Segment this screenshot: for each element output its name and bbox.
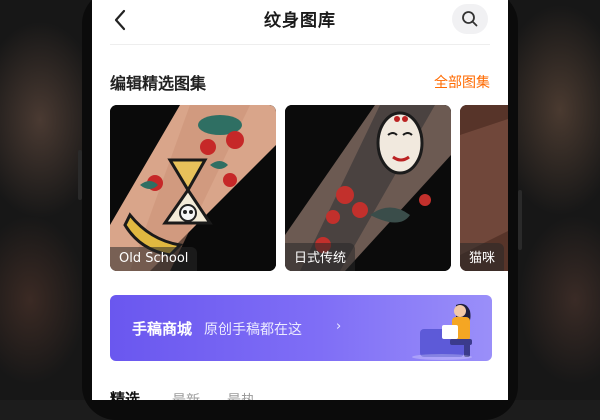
top-bar: 纹身图库 — [92, 0, 508, 44]
section-title: 编辑精选图集 — [110, 74, 207, 93]
collection-label: Old School — [110, 247, 198, 271]
collection-card-old-school[interactable]: Old School — [110, 105, 276, 271]
manuscript-store-banner[interactable]: 手稿商城 原创手稿都在这 › — [110, 295, 492, 361]
tab-latest[interactable]: 最新 — [172, 390, 200, 400]
search-icon — [462, 11, 478, 27]
header-divider — [110, 44, 490, 45]
banner-subtitle: 原创手稿都在这 — [204, 322, 302, 338]
tab-featured[interactable]: 精选 — [110, 388, 140, 400]
page-title: 纹身图库 — [264, 11, 336, 31]
reading-person-illustration — [412, 303, 472, 360]
app-screen: 纹身图库 编辑精选图集 全部图集 Old School 日式传统 猫咪 手稿商城… — [92, 0, 508, 400]
collection-card-cat[interactable]: 猫咪 — [460, 105, 508, 271]
collection-card-japanese-traditional[interactable]: 日式传统 — [285, 105, 451, 271]
chevron-right-icon: › — [336, 319, 342, 334]
collection-label: 日式传统 — [285, 243, 356, 271]
collection-label: 猫咪 — [460, 243, 505, 271]
phone-power-button — [518, 190, 522, 250]
tab-hottest[interactable]: 最热 — [227, 390, 255, 400]
phone-volume-button — [78, 150, 82, 200]
search-button[interactable] — [452, 4, 488, 34]
banner-title: 手稿商城 — [132, 320, 193, 338]
collection-carousel[interactable]: Old School 日式传统 猫咪 — [110, 105, 508, 271]
view-all-collections-link[interactable]: 全部图集 — [434, 72, 490, 92]
